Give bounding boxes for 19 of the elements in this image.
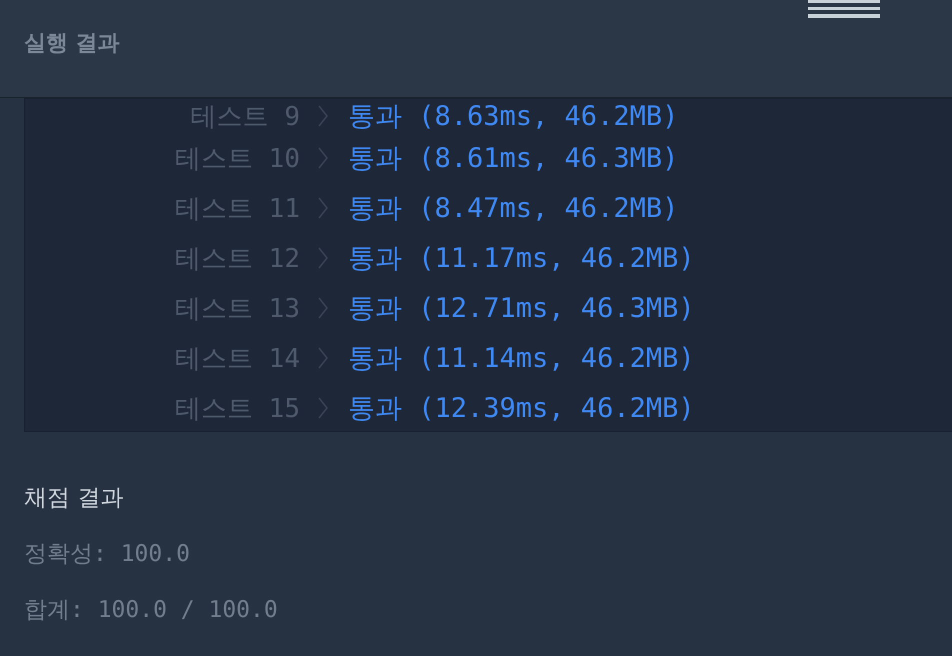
test-result: 통과 (11.14ms, 46.2MB) [348, 342, 695, 376]
test-result: 통과 (8.61ms, 46.3MB) [348, 142, 678, 176]
chevron-icon [318, 105, 328, 127]
test-result: 통과 (8.63ms, 46.2MB) [348, 100, 678, 134]
test-result: 통과 (11.17ms, 46.2MB) [348, 242, 695, 276]
chevron-icon [318, 347, 328, 369]
test-result: 통과 (8.47ms, 46.2MB) [348, 192, 678, 226]
section-title: 실행 결과 [24, 30, 120, 58]
chevron-icon [318, 297, 328, 319]
chevron-icon [318, 147, 328, 169]
score-text: 정확성: 100.0 [24, 540, 191, 569]
test-result: 통과 (12.71ms, 46.3MB) [348, 292, 695, 326]
chevron-icon [318, 247, 328, 269]
test-result: 통과 (12.39ms, 46.2MB) [348, 392, 695, 426]
section-title: 채점 결과 [24, 484, 124, 513]
chevron-icon [318, 397, 328, 419]
chevron-icon [318, 197, 328, 219]
menu-icon[interactable] [808, 0, 880, 18]
score-text: 합계: 100.0 / 100.0 [24, 596, 279, 625]
